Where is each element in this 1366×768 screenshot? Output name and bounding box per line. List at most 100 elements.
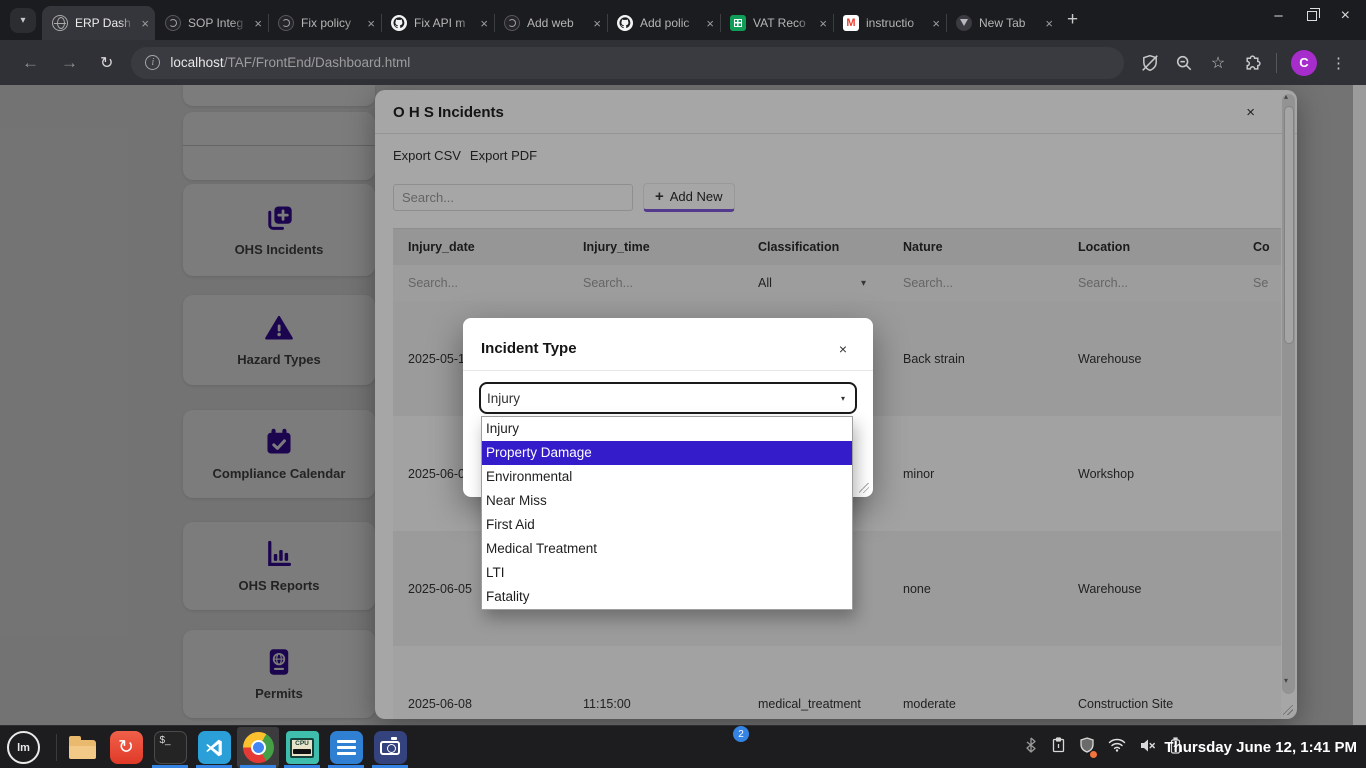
tab-close-icon[interactable]: × (367, 16, 375, 31)
tab-erp-dashboard[interactable]: ERP Dash × (42, 6, 155, 40)
extensions-icon[interactable] (1242, 53, 1262, 73)
cpu-monitor-icon: CPU (286, 731, 319, 764)
tab-label: VAT Reco (753, 16, 812, 30)
taskbar-clock[interactable]: Thursday June 12, 1:41 PM (1164, 726, 1357, 768)
url-path: /TAF/FrontEnd/Dashboard.html (224, 55, 411, 70)
chrome-app-button[interactable] (240, 730, 276, 765)
divider (463, 370, 873, 371)
bookmark-star-icon[interactable]: ☆ (1208, 53, 1228, 73)
tab-close-icon[interactable]: × (141, 16, 149, 31)
app-favicon (165, 15, 181, 31)
address-bar[interactable]: i localhost/TAF/FrontEnd/Dashboard.html (131, 47, 1124, 79)
tab-sop-integ[interactable]: SOP Integ × (155, 6, 268, 40)
tab-close-icon[interactable]: × (480, 16, 488, 31)
terminal-app-button[interactable]: $_ (152, 730, 188, 765)
browser-menu-icon[interactable]: ⋮ (1331, 54, 1346, 72)
minimize-button[interactable]: – (1274, 11, 1282, 21)
tab-vat-reco[interactable]: VAT Reco × (720, 6, 833, 40)
toolbar-icons: ☆ C ⋮ (1140, 50, 1354, 76)
app-favicon (504, 15, 520, 31)
option-first-aid[interactable]: First Aid (482, 513, 852, 537)
profile-avatar[interactable]: C (1291, 50, 1317, 76)
app-favicon (278, 15, 294, 31)
camera-icon (374, 731, 407, 764)
select-value: Injury (487, 391, 520, 406)
tab-label: instructio (866, 16, 925, 30)
chrome-icon (243, 732, 274, 763)
tab-label: Add web (527, 16, 586, 30)
gmail-favicon: M (843, 15, 859, 31)
option-near-miss[interactable]: Near Miss (482, 489, 852, 513)
tab-label: Add polic (640, 16, 699, 30)
update-shield-icon[interactable] (1079, 737, 1095, 758)
option-environmental[interactable]: Environmental (482, 465, 852, 489)
reload-button[interactable]: ↻ (100, 53, 113, 73)
files-app-button[interactable] (64, 730, 100, 765)
taskbar: lm ↻ $_ 2 CPU Thursday June 12, 1:41 PM (0, 725, 1366, 768)
notification-badge: 2 (733, 726, 749, 742)
restore-button[interactable] (1307, 11, 1317, 21)
toolbar-divider (1276, 53, 1277, 73)
close-window-button[interactable]: × (1341, 10, 1350, 22)
browser-toolbar: ← → ↻ i localhost/TAF/FrontEnd/Dashboard… (0, 40, 1366, 85)
github-favicon (617, 15, 633, 31)
forward-button[interactable]: → (61, 53, 78, 73)
screen: ▾ ERP Dash × SOP Integ × Fix policy × Fi… (0, 0, 1366, 768)
tab-fix-policy[interactable]: Fix policy × (268, 6, 381, 40)
vscode-app-button[interactable] (196, 730, 232, 765)
tab-close-icon[interactable]: × (819, 16, 827, 31)
tab-close-icon[interactable]: × (593, 16, 601, 31)
new-tab-button[interactable]: + (1067, 9, 1078, 31)
shield-off-icon[interactable] (1140, 53, 1160, 73)
bluetooth-icon[interactable] (1024, 737, 1038, 758)
screenshot-app-button[interactable] (372, 730, 408, 765)
web-app-button[interactable]: ↻ (108, 730, 144, 765)
document-lines-icon (330, 731, 363, 764)
page-scrollbar[interactable] (1353, 85, 1366, 725)
resize-handle-icon[interactable] (858, 482, 870, 494)
zoom-out-icon[interactable] (1174, 53, 1194, 73)
documents-app-button[interactable] (328, 730, 364, 765)
tab-fix-api[interactable]: Fix API m × (381, 6, 494, 40)
system-monitor-app-button[interactable]: CPU (284, 730, 320, 765)
option-property-damage[interactable]: Property Damage (482, 441, 852, 465)
tab-search-button[interactable]: ▾ (10, 8, 36, 33)
wifi-icon[interactable] (1108, 738, 1126, 757)
browser-tab-bar: ▾ ERP Dash × SOP Integ × Fix policy × Fi… (0, 0, 1366, 40)
tab-add-policy[interactable]: Add polic × (607, 6, 720, 40)
tab-close-icon[interactable]: × (1045, 16, 1053, 31)
tab-label: Fix policy (301, 16, 360, 30)
option-lti[interactable]: LTI (482, 561, 852, 585)
close-icon[interactable]: × (839, 341, 847, 357)
option-fatality[interactable]: Fatality (482, 585, 852, 609)
chevron-down-icon: ▾ (841, 394, 845, 403)
site-info-icon[interactable]: i (145, 55, 160, 70)
terminal-icon: $_ (154, 731, 187, 764)
mint-menu-button[interactable]: lm (7, 731, 40, 764)
tab-close-icon[interactable]: × (254, 16, 262, 31)
tab-label: ERP Dash (75, 16, 134, 30)
clipboard-icon[interactable] (1051, 737, 1066, 758)
tab-close-icon[interactable]: × (706, 16, 714, 31)
incident-type-select[interactable]: Injury ▾ (479, 382, 857, 414)
refresh-circle-icon: ↻ (110, 731, 143, 764)
taskbar-divider (56, 734, 57, 761)
github-favicon (391, 15, 407, 31)
back-button[interactable]: ← (22, 53, 39, 73)
option-medical-treatment[interactable]: Medical Treatment (482, 537, 852, 561)
tab-label: Fix API m (414, 16, 473, 30)
tab-add-webhook[interactable]: Add web × (494, 6, 607, 40)
tab-label: New Tab (979, 16, 1038, 30)
option-injury[interactable]: Injury (482, 417, 852, 441)
globe-favicon (52, 15, 68, 31)
sheets-favicon (730, 15, 746, 31)
tab-new-tab[interactable]: New Tab × (946, 6, 1059, 40)
url-text: localhost/TAF/FrontEnd/Dashboard.html (170, 55, 410, 70)
tabs: ERP Dash × SOP Integ × Fix policy × Fix … (42, 6, 1059, 40)
vscode-icon (198, 731, 231, 764)
tab-close-icon[interactable]: × (932, 16, 940, 31)
tab-instructions[interactable]: M instructio × (833, 6, 946, 40)
volume-muted-icon[interactable] (1139, 738, 1156, 758)
page-content: OHS Incidents Hazard Types Compliance Ca… (0, 85, 1366, 725)
tab-label: SOP Integ (188, 16, 247, 30)
